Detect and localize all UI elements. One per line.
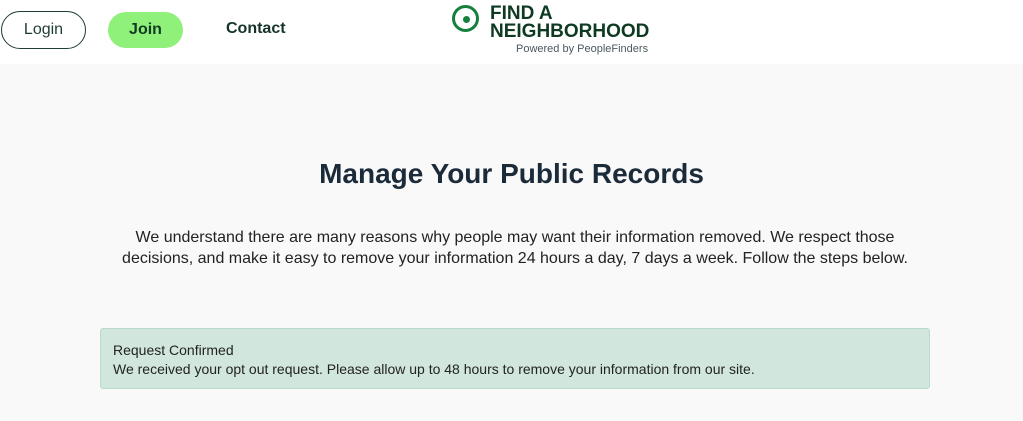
alert-title: Request Confirmed: [113, 342, 234, 358]
page-title: Manage Your Public Records: [319, 158, 704, 189]
logo-text-line2: NEIGHBORHOOD: [490, 21, 650, 42]
confirmation-alert: Request Confirmed We received your opt o…: [100, 328, 930, 389]
join-button[interactable]: Join: [108, 12, 183, 48]
login-button[interactable]: Login: [1, 11, 86, 49]
target-circle-icon: [452, 5, 479, 32]
site-logo[interactable]: FIND A NEIGHBORHOOD Powered by PeopleFin…: [452, 3, 667, 61]
logo-dot: [463, 16, 470, 23]
site-header: Login Join Contact FIND A NEIGHBORHOOD P…: [0, 0, 1023, 64]
logo-subtitle: Powered by PeopleFinders: [516, 43, 649, 55]
contact-link[interactable]: Contact: [226, 20, 286, 38]
alert-message: We received your opt out request. Please…: [113, 361, 755, 377]
intro-paragraph: We understand there are many reasons why…: [122, 229, 908, 267]
